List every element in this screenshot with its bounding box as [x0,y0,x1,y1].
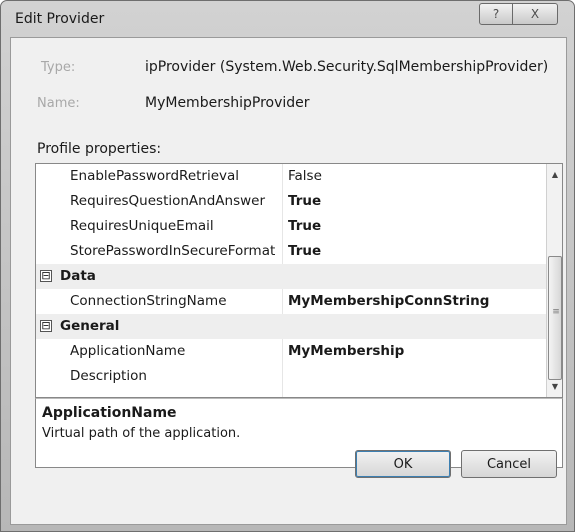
collapse-icon[interactable]: ⊟ [40,320,52,332]
profile-properties-label: Profile properties: [37,141,162,157]
description-title: ApplicationName [42,405,177,421]
help-icon: ? [492,7,500,21]
grid-property-row[interactable]: StorePasswordInSecureFormat True [36,239,548,264]
ok-button[interactable]: OK [355,450,451,478]
grid-property-row[interactable]: ApplicationName MyMembership [36,339,548,364]
type-label: Type: [41,60,76,75]
description-text: Virtual path of the application. [42,426,241,441]
property-name: RequiresQuestionAndAnswer [70,193,266,209]
grid-property-row[interactable]: RequiresUniqueEmail True [36,214,548,239]
name-label: Name: [37,96,80,111]
type-field[interactable]: ipProvider (System.Web.Security.SqlMembe… [139,54,559,80]
property-value[interactable]: MyMembership [288,343,404,359]
property-name: StorePasswordInSecureFormat [70,243,276,259]
grid-property-row[interactable]: ConnectionStringName MyMembershipConnStri… [36,289,548,314]
cancel-button[interactable]: Cancel [461,450,557,478]
property-name: EnablePasswordRetrieval [70,168,240,184]
dialog-body: Type: ipProvider (System.Web.Security.Sq… [10,37,567,525]
title-bar[interactable]: Edit Provider ? X [1,1,574,35]
grid-property-row[interactable]: RequiresQuestionAndAnswer True [36,189,548,214]
scroll-down-arrow-icon[interactable]: ▼ [547,378,562,395]
property-value[interactable]: True [288,218,321,234]
grid-property-row[interactable]: EnablePasswordRetrieval False [36,164,548,189]
name-field[interactable]: MyMembershipProvider [139,90,559,116]
category-name: Data [60,268,96,284]
property-value[interactable]: False [288,168,322,184]
property-name: Description [70,368,147,384]
scroll-thumb[interactable]: ≡ [548,256,562,380]
grip-icon: ≡ [552,307,560,317]
scroll-up-arrow-icon[interactable]: ▲ [547,166,562,183]
property-grid[interactable]: EnablePasswordRetrieval False RequiresQues… [35,163,563,398]
property-value[interactable]: True [288,193,321,209]
edit-provider-dialog: Edit Provider ? X Type: ipProvider (Syst… [0,0,575,532]
property-value[interactable]: MyMembershipConnString [288,293,489,309]
category-name: General [60,318,120,334]
grid-category-row[interactable]: ⊟ Data [36,264,548,289]
dialog-title: Edit Provider [15,11,105,27]
grid-category-row[interactable]: ⊟ General [36,314,548,339]
property-value[interactable]: True [288,243,321,259]
close-button[interactable]: X [512,3,558,25]
property-name: ApplicationName [70,343,186,359]
property-name: RequiresUniqueEmail [70,218,214,234]
vertical-scrollbar[interactable]: ▲ ≡ ▼ [546,164,562,397]
property-name: ConnectionStringName [70,293,227,309]
collapse-icon[interactable]: ⊟ [40,270,52,282]
help-button[interactable]: ? [479,3,513,25]
close-icon: X [530,7,540,21]
grid-property-row[interactable]: Description [36,364,548,389]
